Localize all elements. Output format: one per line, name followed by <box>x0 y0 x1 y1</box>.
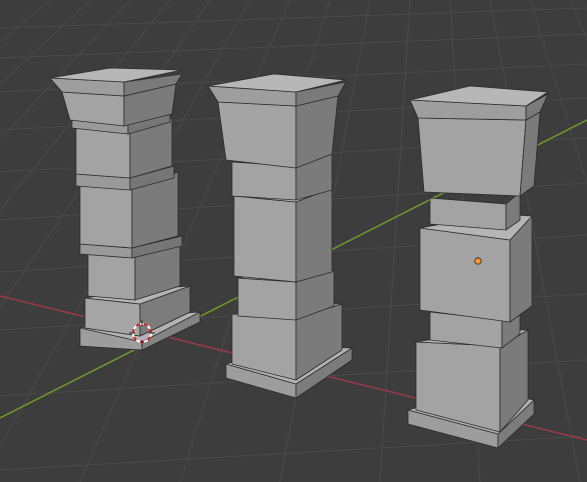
3d-viewport[interactable] <box>0 0 587 482</box>
object-origin-icon <box>474 257 482 265</box>
pillar-3[interactable] <box>407 85 549 449</box>
pillar-1[interactable] <box>49 67 201 351</box>
viewport-canvas[interactable] <box>0 0 587 482</box>
pillar-2[interactable] <box>207 73 353 399</box>
